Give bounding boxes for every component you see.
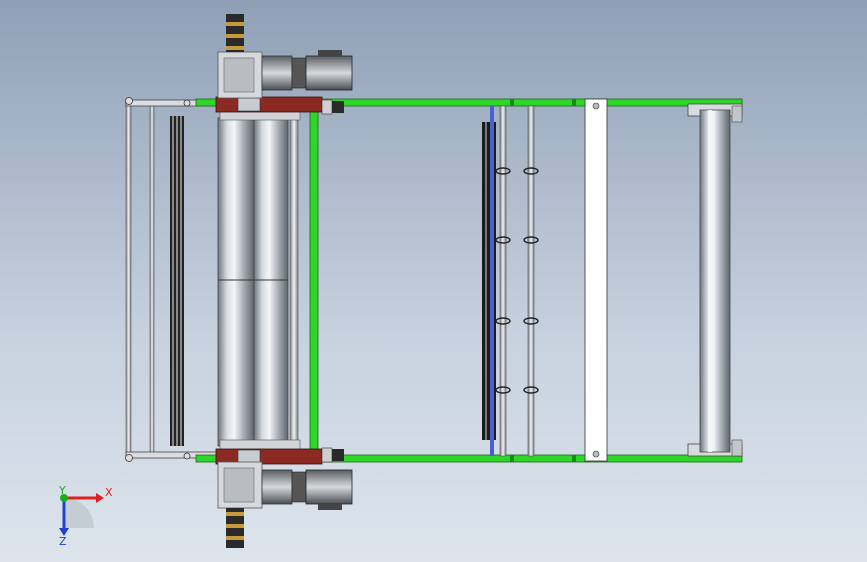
x-axis-arrow-icon bbox=[96, 493, 104, 503]
triad-quadrant-shading bbox=[64, 498, 94, 528]
left-guide-assembly bbox=[125, 97, 219, 462]
cad-viewport[interactable]: X Y Z bbox=[0, 0, 867, 562]
x-axis-label: X bbox=[105, 486, 113, 499]
middle-guide-assembly bbox=[482, 99, 576, 462]
red-bracket-top bbox=[215, 96, 323, 113]
z-axis-label: Z bbox=[59, 535, 67, 548]
adjust-knobs bbox=[321, 99, 344, 463]
main-roller-pair bbox=[217, 109, 301, 451]
y-axis-label: Y bbox=[59, 484, 66, 497]
machine-assembly-top-view[interactable] bbox=[0, 0, 867, 562]
top-drive-motor bbox=[217, 14, 353, 99]
right-idler-roller bbox=[687, 103, 743, 457]
white-crossbar-plate bbox=[584, 98, 608, 462]
bottom-drive-motor bbox=[217, 461, 353, 548]
axis-triad bbox=[59, 493, 104, 536]
